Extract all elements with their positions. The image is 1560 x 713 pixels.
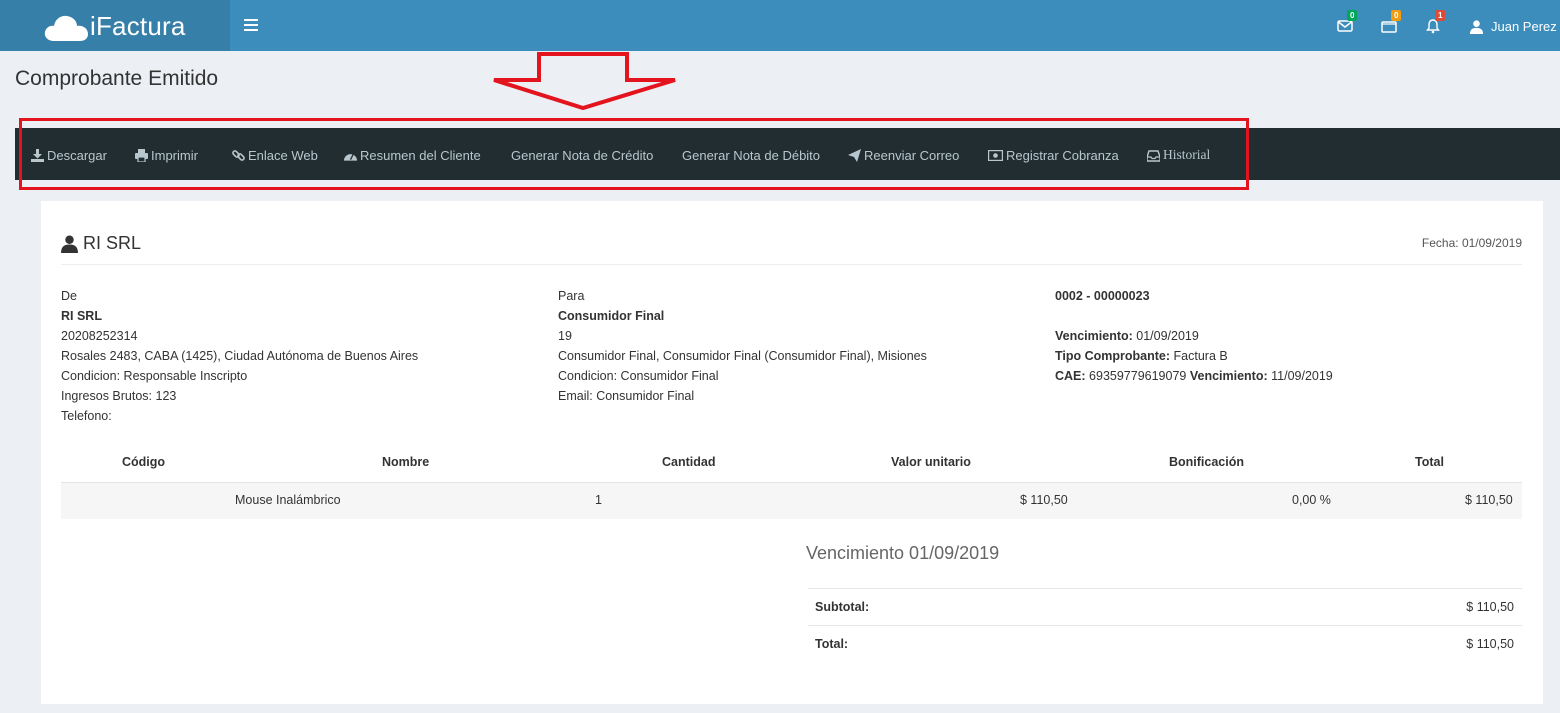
th-valor-unitario: Valor unitario <box>891 455 971 469</box>
cae-venc-value: 11/09/2019 <box>1267 369 1333 383</box>
divider <box>808 588 1522 589</box>
tasks-badge: 0 <box>1391 10 1402 21</box>
tasks-button[interactable]: 0 <box>1381 10 1402 34</box>
to-label: Para <box>558 289 585 303</box>
invoice-date: Fecha: 01/09/2019 <box>1421 236 1522 250</box>
from-name: RI SRL <box>61 309 102 323</box>
meta-block: 0002 - 00000023 Vencimiento: 01/09/2019 … <box>1055 286 1333 386</box>
top-navbar: iFactura 0 0 1 Juan Perez <box>0 0 1560 51</box>
mail-button[interactable]: 0 <box>1337 10 1358 34</box>
notifications-button[interactable]: 1 <box>1425 10 1446 34</box>
total-value: $ 110,50 <box>1466 637 1514 651</box>
to-name: Consumidor Final <box>558 309 665 323</box>
cell-valor: $ 110,50 <box>1020 493 1068 507</box>
tipo-value: Factura B <box>1170 349 1228 363</box>
down-arrow-annotation-icon <box>493 52 676 111</box>
user-icon <box>61 235 78 253</box>
tipo-label: Tipo Comprobante: <box>1055 349 1171 363</box>
cae-value: 69359779619079 <box>1085 369 1190 383</box>
cell-cantidad: 1 <box>595 493 602 507</box>
user-icon <box>1469 19 1484 34</box>
from-block: De RI SRL 20208252314 Rosales 2483, CABA… <box>61 286 418 426</box>
brand-name: iFactura <box>90 11 186 41</box>
invoice-number: 0002 - 00000023 <box>1055 289 1150 303</box>
divider <box>808 625 1522 626</box>
cae-label: CAE: <box>1055 369 1086 383</box>
cell-nombre: Mouse Inalámbrico <box>235 493 341 507</box>
th-codigo: Código <box>122 455 166 469</box>
from-telefono: Telefono: <box>61 409 112 423</box>
th-nombre: Nombre <box>382 455 430 469</box>
user-menu[interactable]: Juan Perez <box>1469 16 1557 36</box>
from-cuit: 20208252314 <box>61 329 138 343</box>
user-name: Juan Perez <box>1491 18 1557 34</box>
cell-bonificacion: 0,00 % <box>1292 493 1331 507</box>
to-doc: 19 <box>558 329 572 343</box>
page-title: Comprobante Emitido <box>15 67 219 90</box>
cae-venc-label: Vencimiento: <box>1189 369 1268 383</box>
venc-value: 01/09/2019 <box>1132 329 1199 343</box>
vencimiento-heading: Vencimiento 01/09/2019 <box>806 543 1000 563</box>
total-label: Total: <box>815 637 849 651</box>
from-address: Rosales 2483, CABA (1425), Ciudad Autóno… <box>61 349 419 363</box>
company-header: RI SRL <box>61 233 141 254</box>
to-email: Email: Consumidor Final <box>558 389 695 403</box>
subtotal-label: Subtotal: <box>815 600 870 614</box>
from-label: De <box>61 289 77 303</box>
cloud-logo-icon <box>44 15 88 41</box>
menu-toggle-icon[interactable] <box>244 19 258 31</box>
divider <box>61 264 1522 265</box>
from-ingresos: Ingresos Brutos: 123 <box>61 389 177 403</box>
to-address: Consumidor Final, Consumidor Final (Cons… <box>558 349 927 363</box>
mail-badge: 0 <box>1347 10 1358 21</box>
company-name: RI SRL <box>83 233 142 253</box>
th-bonificacion: Bonificación <box>1169 455 1245 469</box>
venc-label: Vencimiento: <box>1055 329 1133 343</box>
highlight-annotation-box <box>19 118 1249 190</box>
to-block: Para Consumidor Final 19 Consumidor Fina… <box>558 286 927 406</box>
alerts-badge: 1 <box>1435 10 1446 21</box>
cell-total: $ 110,50 <box>1465 493 1513 507</box>
subtotal-value: $ 110,50 <box>1466 600 1514 614</box>
to-condicion: Condicion: Consumidor Final <box>558 369 719 383</box>
brand-logo[interactable]: iFactura <box>0 0 230 51</box>
invoice-card <box>41 201 1543 704</box>
th-cantidad: Cantidad <box>662 455 716 469</box>
th-total: Total <box>1415 455 1444 469</box>
from-condicion: Condicion: Responsable Inscripto <box>61 369 248 383</box>
